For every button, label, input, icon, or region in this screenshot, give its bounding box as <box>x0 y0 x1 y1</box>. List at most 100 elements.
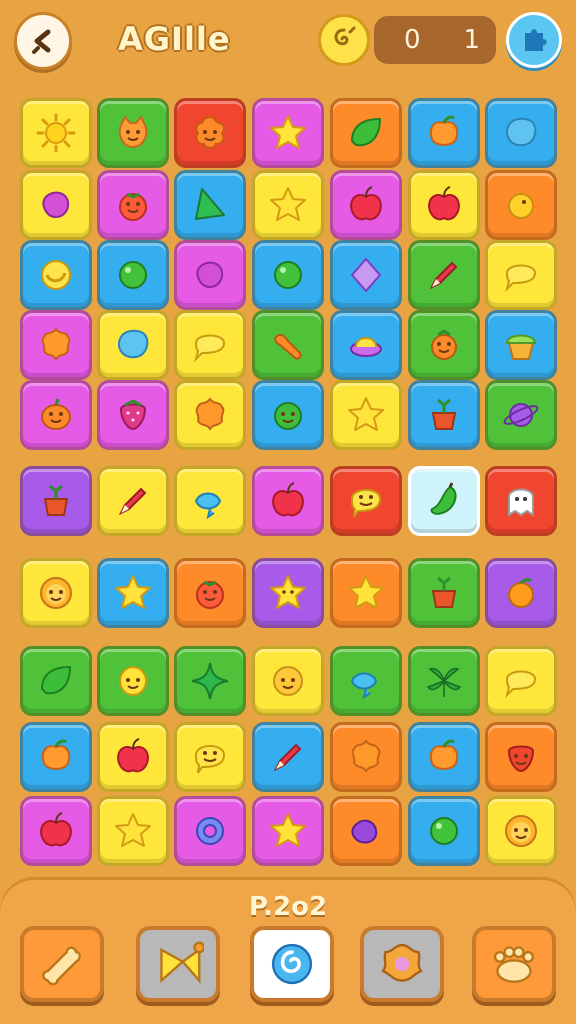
blob-icon <box>505 117 537 147</box>
tile-r9-c1[interactable] <box>20 722 92 792</box>
tile-r10-c1[interactable] <box>20 796 92 866</box>
tile-r7-c3[interactable] <box>174 558 246 628</box>
tile-r3-c1[interactable] <box>20 240 92 310</box>
tile-r6-c7[interactable] <box>485 466 557 536</box>
tile-r10-c2[interactable] <box>97 796 169 866</box>
star-icon <box>115 813 151 847</box>
strawberry-icon <box>119 399 147 431</box>
tile-r2-c6[interactable] <box>408 170 480 240</box>
tile-r4-c5[interactable] <box>330 310 402 380</box>
tile-r6-c2[interactable] <box>97 466 169 536</box>
peach-icon <box>429 115 459 146</box>
tile-r10-c6[interactable] <box>408 796 480 866</box>
tile-r8-c6[interactable] <box>408 646 480 716</box>
flower-icon <box>351 739 381 773</box>
tile-r8-c4[interactable] <box>252 646 324 716</box>
tile-r3-c6[interactable] <box>408 240 480 310</box>
apple-icon <box>40 812 72 847</box>
tile-r4-c2[interactable] <box>97 310 169 380</box>
tile-r3-c5[interactable] <box>330 240 402 310</box>
tool-button-4[interactable] <box>360 926 444 1002</box>
tile-r1-c7[interactable] <box>485 98 557 168</box>
tile-r3-c7[interactable] <box>485 240 557 310</box>
swirl-icon <box>271 943 313 985</box>
chick-icon <box>508 193 538 219</box>
level-label: P.2o2 <box>248 892 328 922</box>
star-face-icon <box>270 575 306 609</box>
tile-r4-c7[interactable] <box>485 310 557 380</box>
tile-r8-c3[interactable] <box>174 646 246 716</box>
tile-r8-c2[interactable] <box>97 646 169 716</box>
tomato-face-icon <box>119 192 147 221</box>
tile-r5-c5[interactable] <box>330 380 402 450</box>
tile-r4-c1[interactable] <box>20 310 92 380</box>
tile-r2-c3[interactable] <box>174 170 246 240</box>
eggplant-icon <box>351 819 378 844</box>
strawberry-face-icon <box>507 745 535 773</box>
apple-icon <box>428 186 460 221</box>
tile-r5-c7[interactable] <box>485 380 557 450</box>
tile-r4-c4[interactable] <box>252 310 324 380</box>
tile-r10-c3[interactable] <box>174 796 246 866</box>
peach-icon <box>429 739 459 770</box>
tile-r9-c6[interactable] <box>408 722 480 792</box>
tile-r5-c4[interactable] <box>252 380 324 450</box>
sausage-icon <box>274 333 302 360</box>
tile-r10-c4[interactable] <box>252 796 324 866</box>
tile-r9-c5[interactable] <box>330 722 402 792</box>
tile-r7-c6[interactable] <box>408 558 480 628</box>
tile-r2-c5[interactable] <box>330 170 402 240</box>
tile-r5-c6[interactable] <box>408 380 480 450</box>
tile-r5-c3[interactable] <box>174 380 246 450</box>
tile-r3-c4[interactable] <box>252 240 324 310</box>
tile-r10-c7[interactable] <box>485 796 557 866</box>
tile-r7-c5[interactable] <box>330 558 402 628</box>
flowerpot-icon <box>431 576 457 608</box>
tile-r6-c1[interactable] <box>20 466 92 536</box>
tile-r1-c2[interactable] <box>97 98 169 168</box>
tile-r9-c3[interactable] <box>174 722 246 792</box>
tile-r2-c7[interactable] <box>485 170 557 240</box>
tile-r4-c6[interactable] <box>408 310 480 380</box>
tile-r9-c7[interactable] <box>485 722 557 792</box>
tool-button-3[interactable] <box>250 926 334 1002</box>
tile-r6-c5[interactable] <box>330 466 402 536</box>
tile-r8-c7[interactable] <box>485 646 557 716</box>
tile-r6-c6[interactable] <box>408 466 480 536</box>
tile-r9-c4[interactable] <box>252 722 324 792</box>
tile-r4-c3[interactable] <box>174 310 246 380</box>
ring-icon <box>196 817 224 845</box>
star-icon <box>270 115 306 149</box>
tile-r7-c1[interactable] <box>20 558 92 628</box>
tile-r6-c3[interactable] <box>174 466 246 536</box>
tile-r1-c6[interactable] <box>408 98 480 168</box>
tile-r1-c1[interactable] <box>20 98 92 168</box>
tile-r1-c5[interactable] <box>330 98 402 168</box>
tile-r2-c1[interactable] <box>20 170 92 240</box>
tile-r3-c3[interactable] <box>174 240 246 310</box>
tile-r8-c1[interactable] <box>20 646 92 716</box>
tile-r5-c2[interactable] <box>97 380 169 450</box>
tile-r7-c7[interactable] <box>485 558 557 628</box>
tile-r10-c5[interactable] <box>330 796 402 866</box>
tile-r1-c3[interactable] <box>174 98 246 168</box>
tool-button-5[interactable] <box>472 926 556 1002</box>
diamond-icon <box>350 257 382 293</box>
crayon-icon <box>118 487 147 516</box>
tool-button-2[interactable] <box>136 926 220 1002</box>
tile-r5-c1[interactable] <box>20 380 92 450</box>
tile-r7-c4[interactable] <box>252 558 324 628</box>
tool-button-1[interactable] <box>20 926 104 1002</box>
tile-r2-c4[interactable] <box>252 170 324 240</box>
tile-r8-c5[interactable] <box>330 646 402 716</box>
tile-r7-c2[interactable] <box>97 558 169 628</box>
speech-bubble-icon <box>194 334 226 363</box>
tile-r2-c2[interactable] <box>97 170 169 240</box>
tile-r1-c4[interactable] <box>252 98 324 168</box>
footer-panel: P.2o2 <box>0 880 576 1024</box>
star-icon <box>348 397 384 431</box>
tile-r3-c2[interactable] <box>97 240 169 310</box>
speech-bubble-icon <box>505 670 537 699</box>
tile-r6-c4[interactable] <box>252 466 324 536</box>
tile-r9-c2[interactable] <box>97 722 169 792</box>
